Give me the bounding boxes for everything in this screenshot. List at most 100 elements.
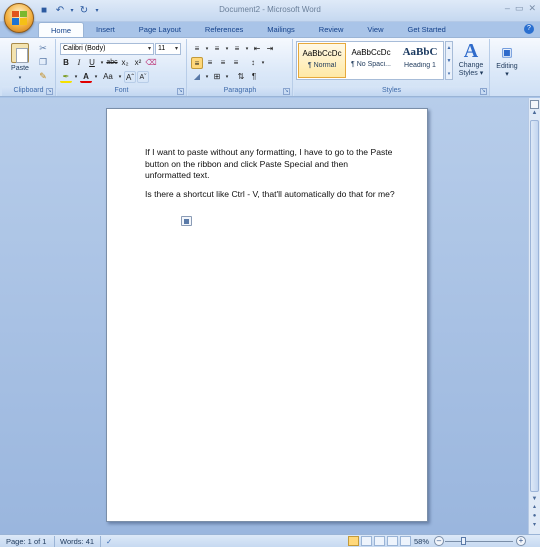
draft-view-button[interactable] — [400, 536, 411, 546]
editing-button[interactable]: ▣ Editing ▾ — [493, 41, 521, 79]
style-sample: AaBbC — [402, 46, 438, 58]
cut-icon[interactable]: ✂ — [38, 43, 48, 53]
full-screen-reading-view-button[interactable] — [361, 536, 372, 546]
align-left-icon[interactable]: ≡ — [191, 57, 203, 69]
tab-review[interactable]: Review — [307, 22, 356, 37]
chevron-down-icon: ▾ — [147, 46, 151, 52]
chevron-down-icon[interactable]: ▾ — [93, 71, 99, 83]
tab-page-layout[interactable]: Page Layout — [127, 22, 193, 37]
chevron-down-icon[interactable]: ▾ — [244, 43, 250, 55]
dialog-launcher-icon[interactable]: ↘ — [177, 88, 184, 95]
print-layout-view-button[interactable] — [348, 536, 359, 546]
show-hide-icon[interactable]: ¶ — [248, 71, 260, 83]
more-icon[interactable]: ▾ — [446, 68, 452, 81]
web-layout-view-button[interactable] — [374, 536, 385, 546]
clear-formatting-icon[interactable]: ⌫ — [145, 57, 157, 69]
tab-mailings[interactable]: Mailings — [255, 22, 307, 37]
chevron-down-icon[interactable]: ▼ — [446, 55, 452, 68]
align-right-icon[interactable]: ≡ — [217, 57, 229, 69]
sort-icon[interactable]: ⇅ — [235, 71, 247, 83]
tab-get-started[interactable]: Get Started — [396, 22, 458, 37]
font-size-select[interactable]: 11 ▾ — [155, 43, 181, 55]
chevron-down-icon[interactable]: ▾ — [73, 71, 79, 83]
zoom-out-icon[interactable]: – — [434, 536, 444, 546]
tab-home[interactable]: Home — [38, 22, 85, 37]
subscript-button[interactable]: x₂ — [119, 57, 131, 69]
style-sample: AaBbCcDc — [351, 48, 391, 57]
zoom-in-icon[interactable]: + — [516, 536, 526, 546]
strikethrough-button[interactable]: abc — [106, 57, 118, 69]
multilevel-list-icon[interactable]: ≡ — [231, 43, 243, 55]
style-name: Heading 1 — [404, 62, 436, 69]
change-styles-button[interactable]: A Change Styles ▾ — [455, 40, 487, 78]
font-color-icon[interactable]: A — [80, 71, 92, 83]
bold-button[interactable]: B — [60, 57, 72, 69]
window-title: Document2 - Microsoft Word — [219, 5, 321, 14]
style-name: ¶ No Spaci... — [351, 61, 391, 68]
close-icon[interactable]: ✕ — [528, 3, 536, 14]
format-painter-icon[interactable]: ✎ — [38, 71, 48, 81]
chevron-down-icon[interactable]: ▾ — [204, 71, 210, 83]
minimize-icon[interactable]: – — [505, 3, 510, 14]
align-center-icon[interactable]: ≡ — [204, 57, 216, 69]
grow-font-icon[interactable]: Aˆ — [124, 71, 136, 83]
zoom-slider-handle[interactable] — [461, 537, 466, 545]
next-page-icon[interactable]: ▾ — [530, 520, 539, 530]
divider — [100, 536, 101, 547]
style-no-spacing[interactable]: AaBbCcDc ¶ No Spaci... — [347, 43, 395, 78]
document-page[interactable]: If I want to paste without any formattin… — [106, 108, 428, 522]
paste-button[interactable]: Paste ▾ — [6, 41, 34, 83]
zoom-level[interactable]: 58% — [414, 537, 429, 546]
tab-references[interactable]: References — [193, 22, 255, 37]
chevron-up-icon[interactable]: ▲ — [446, 42, 452, 55]
shrink-font-icon[interactable]: Aˇ — [137, 71, 149, 83]
dialog-launcher-icon[interactable]: ↘ — [46, 88, 53, 95]
paragraph-group-label: Paragraph — [188, 86, 292, 96]
shading-icon[interactable]: ◢ — [191, 71, 203, 83]
office-button[interactable] — [4, 3, 34, 33]
zoom-slider[interactable] — [445, 541, 513, 542]
scroll-up-icon[interactable]: ▲ — [530, 108, 539, 118]
proofing-icon[interactable]: ✓ — [106, 537, 112, 546]
scroll-thumb[interactable] — [530, 120, 539, 492]
justify-icon[interactable]: ≡ — [230, 57, 242, 69]
copy-icon[interactable]: ❐ — [38, 57, 48, 67]
superscript-button[interactable]: x² — [132, 57, 144, 69]
chevron-down-icon[interactable]: ▾ — [224, 71, 230, 83]
italic-button[interactable]: I — [73, 57, 85, 69]
increase-indent-icon[interactable]: ⇥ — [264, 43, 276, 55]
change-case-icon[interactable]: Aa — [100, 71, 116, 83]
highlight-icon[interactable]: ✒ — [60, 71, 72, 83]
bullets-icon[interactable]: ≡ — [191, 43, 203, 55]
line-spacing-icon[interactable]: ↕ — [247, 57, 259, 69]
styles-scroll[interactable]: ▲ ▼ ▾ — [445, 41, 453, 80]
help-icon[interactable]: ? — [524, 24, 534, 34]
vertical-scrollbar[interactable]: ▲ ▼ ▴ ● ▾ — [528, 98, 540, 534]
dialog-launcher-icon[interactable]: ↘ — [283, 88, 290, 95]
chevron-down-icon[interactable]: ▾ — [260, 57, 266, 69]
tab-insert[interactable]: Insert — [84, 22, 127, 37]
decrease-indent-icon[interactable]: ⇤ — [251, 43, 263, 55]
chevron-down-icon[interactable]: ▾ — [204, 43, 210, 55]
paragraph-2[interactable]: Is there a shortcut like Ctrl - V, that'… — [145, 189, 395, 201]
chevron-down-icon[interactable]: ▾ — [117, 71, 123, 83]
numbering-icon[interactable]: ≡ — [211, 43, 223, 55]
restore-icon[interactable]: ▭ — [515, 3, 524, 14]
tab-view[interactable]: View — [355, 22, 395, 37]
font-family-select[interactable]: Calibri (Body) ▾ — [60, 43, 154, 55]
style-normal[interactable]: AaBbCcDc ¶ Normal — [298, 43, 346, 78]
font-group: Calibri (Body) ▾ 11 ▾ B I U ▾ abc x₂ x² … — [57, 39, 187, 96]
clipboard-group: Paste ▾ ✂ ❐ ✎ Clipboard ↘ — [2, 39, 56, 96]
word-count[interactable]: Words: 41 — [60, 537, 94, 546]
view-ruler-icon[interactable] — [530, 100, 539, 109]
underline-dropdown-icon[interactable]: ▾ — [99, 57, 105, 69]
style-heading-1[interactable]: AaBbC Heading 1 — [396, 43, 444, 78]
page-count[interactable]: Page: 1 of 1 — [6, 537, 46, 546]
outline-view-button[interactable] — [387, 536, 398, 546]
borders-icon[interactable]: ⊞ — [211, 71, 223, 83]
dialog-launcher-icon[interactable]: ↘ — [480, 88, 487, 95]
chevron-down-icon[interactable]: ▾ — [224, 43, 230, 55]
underline-button[interactable]: U — [86, 57, 98, 69]
paste-options-icon[interactable] — [181, 216, 192, 226]
paragraph-1[interactable]: If I want to paste without any formattin… — [145, 147, 395, 182]
